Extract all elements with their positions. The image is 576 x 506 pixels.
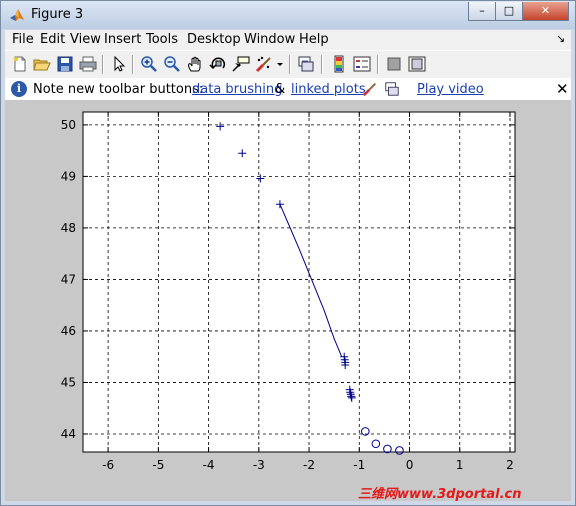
maximize-button[interactable]: □ (495, 2, 523, 21)
window-title: Figure 3 (31, 7, 84, 22)
toolbar-separator (132, 55, 134, 74)
data-cursor-icon[interactable] (232, 55, 250, 73)
x-tick-label: 0 (406, 458, 414, 472)
new-figure-icon[interactable] (11, 55, 29, 73)
info-icon: i (11, 81, 27, 97)
x-tick-label: -4 (203, 458, 215, 472)
x-tick-label: -3 (253, 458, 265, 472)
link-plot-icon (385, 82, 399, 96)
menu-bar: File Edit View Insert Tools Desktop Wind… (5, 30, 571, 50)
menu-tools[interactable]: Tools (146, 32, 178, 47)
menu-view[interactable]: View (70, 32, 101, 47)
x-tick-label: 2 (506, 458, 514, 472)
toolbar-separator (289, 55, 291, 74)
info-close-button[interactable]: ✕ (556, 80, 569, 98)
pan-hand-icon[interactable] (186, 55, 204, 73)
figure-canvas: -6 -5 -4 -3 -2 -1 0 1 2 44 45 46 47 48 49 50 (5, 101, 571, 501)
zoom-out-icon[interactable] (163, 55, 181, 73)
menu-insert[interactable]: Insert (104, 32, 141, 47)
menu-file[interactable]: File (12, 32, 34, 47)
zoom-in-icon[interactable] (140, 55, 158, 73)
y-tick-label: 49 (61, 169, 76, 183)
axes-background (83, 112, 515, 452)
show-plot-tools-icon[interactable] (408, 55, 426, 73)
menu-edit[interactable]: Edit (40, 32, 65, 47)
figure-toolbar (5, 50, 571, 79)
y-tick-label: 48 (61, 221, 76, 235)
plot-svg[interactable]: -6 -5 -4 -3 -2 -1 0 1 2 44 45 46 47 48 49 50 (5, 101, 571, 501)
play-video-link[interactable]: Play video (417, 82, 484, 97)
x-tick-label: 1 (456, 458, 464, 472)
info-amp-text: & (275, 82, 286, 97)
y-tick-label: 44 (61, 427, 76, 441)
open-file-icon[interactable] (33, 55, 51, 73)
save-figure-icon[interactable] (56, 55, 74, 73)
info-prefix-text: Note new toolbar buttons: (33, 82, 204, 97)
y-tick-label: 45 (61, 375, 76, 389)
hide-plot-tools-icon[interactable] (385, 55, 403, 73)
title-bar[interactable]: Figure 3 – □ ✕ (1, 1, 575, 29)
x-tick-label: -1 (353, 458, 365, 472)
y-tick-label: 50 (61, 118, 76, 132)
figure-window: Figure 3 – □ ✕ File Edit View Insert Too… (0, 0, 576, 506)
minimize-button[interactable]: – (468, 2, 496, 21)
link-plot-icon[interactable] (297, 55, 315, 73)
edit-plot-arrow-icon[interactable] (110, 55, 128, 73)
y-tick-label: 47 (61, 272, 76, 286)
toolbar-separator (102, 55, 104, 74)
menu-desktop[interactable]: Desktop (187, 32, 241, 47)
x-tick-label: -6 (102, 458, 114, 472)
info-bar: i Note new toolbar buttons: data brushin… (5, 78, 571, 101)
matlab-logo-icon (10, 9, 24, 21)
insert-legend-icon[interactable] (353, 55, 371, 73)
y-tick-label: 46 (61, 324, 76, 338)
close-button[interactable]: ✕ (522, 2, 569, 21)
x-tick-label: -2 (303, 458, 315, 472)
watermark-text: 三维网www.3dportal.cn (358, 487, 522, 502)
toolbar-separator (377, 55, 379, 74)
toolbar-separator (321, 55, 323, 74)
linked-plots-link[interactable]: linked plots (291, 82, 366, 97)
menu-help[interactable]: Help (299, 32, 329, 47)
menu-window[interactable]: Window (244, 32, 295, 47)
insert-colorbar-icon[interactable] (330, 55, 348, 73)
brush-data-icon (362, 83, 376, 97)
print-figure-icon[interactable] (79, 55, 97, 73)
data-brushing-link[interactable]: data brushing (192, 82, 282, 97)
dock-figure-icon[interactable]: ↘ (556, 32, 565, 45)
x-tick-label: -5 (152, 458, 164, 472)
rotate-3d-icon[interactable] (209, 55, 227, 73)
brush-dropdown-icon[interactable] (276, 55, 284, 73)
brush-data-icon[interactable] (255, 55, 273, 73)
